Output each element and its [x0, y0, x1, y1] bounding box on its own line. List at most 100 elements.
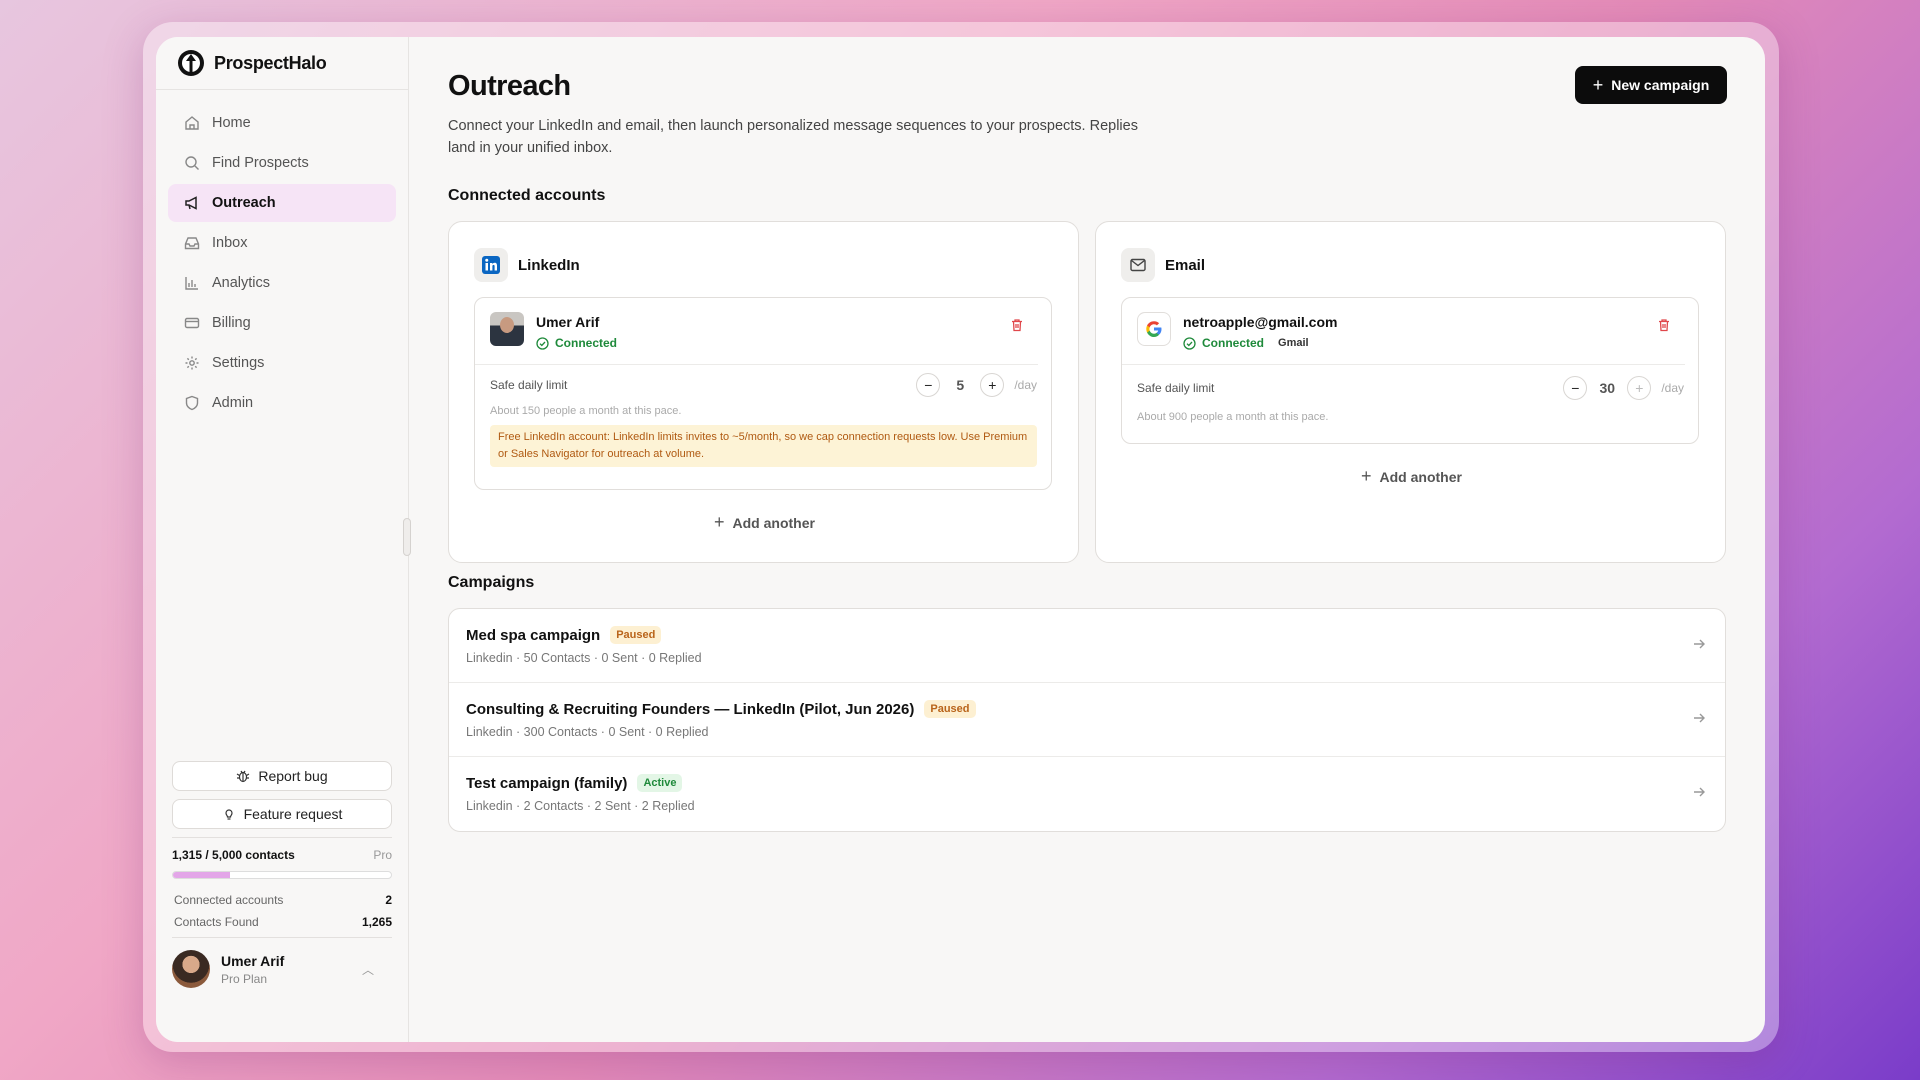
limit-label: Safe daily limit: [490, 378, 568, 392]
status-badge: Paused: [924, 700, 976, 718]
provider-label: Gmail: [1278, 337, 1309, 349]
campaign-meta: Linkedin · 300 Contacts · 0 Sent · 0 Rep…: [466, 725, 709, 739]
delete-icon[interactable]: [1657, 318, 1671, 337]
usage-progress-bar: [172, 871, 392, 879]
usage-summary: 1,315 / 5,000 contacts Pro: [172, 848, 392, 862]
campaign-row[interactable]: Consulting & Recruiting Founders — Linke…: [449, 683, 1725, 757]
campaign-meta: Linkedin · 50 Contacts · 0 Sent · 0 Repl…: [466, 651, 702, 665]
campaign-meta: Linkedin · 2 Contacts · 2 Sent · 2 Repli…: [466, 799, 695, 813]
pace-note: About 150 people a month at this pace.: [490, 405, 682, 417]
gear-icon: [184, 355, 200, 371]
user-name: Umer Arif: [221, 952, 285, 969]
status-text: Connected: [1202, 336, 1265, 350]
chevron-up-icon: ︿: [361, 962, 374, 977]
shield-icon: [184, 395, 200, 411]
linkedin-card: LinkedIn Umer Arif Connected Safe daily …: [448, 221, 1079, 563]
sidebar-footer: Report bug Feature request 1,315 / 5,000…: [172, 761, 392, 988]
status-text: Connected: [555, 336, 618, 350]
campaign-row[interactable]: Med spa campaign Paused Linkedin · 50 Co…: [449, 609, 1725, 683]
check-circle-icon: [1183, 336, 1196, 350]
status-badge: Active: [637, 774, 683, 792]
linkedin-icon: [474, 248, 508, 282]
sidebar-item-label: Inbox: [212, 235, 248, 251]
add-another-linkedin-button[interactable]: + Add another: [714, 512, 815, 533]
email-card-header: Email: [1121, 248, 1205, 282]
user-plan: Pro Plan: [221, 971, 268, 986]
decrement-button[interactable]: −: [1563, 376, 1588, 400]
add-another-label: Add another: [1379, 468, 1462, 485]
campaigns-title: Campaigns: [448, 574, 535, 591]
google-icon: [1137, 312, 1171, 346]
sidebar-item-label: Outreach: [212, 195, 276, 211]
connected-accounts-title: Connected accounts: [448, 187, 606, 204]
sidebar-item-home[interactable]: Home: [168, 104, 396, 142]
search-icon: [184, 155, 200, 171]
sidebar-item-inbox[interactable]: Inbox: [168, 224, 396, 262]
sidebar: ProspectHalo Home Find Prospects Outreac…: [156, 37, 411, 1042]
per-day-label: /day: [1014, 378, 1037, 392]
increment-button[interactable]: +: [1627, 376, 1652, 400]
main-content: Outreach Connect your LinkedIn and email…: [409, 37, 1765, 1042]
home-icon: [184, 115, 200, 131]
report-bug-button[interactable]: Report bug: [172, 761, 392, 791]
sidebar-item-outreach[interactable]: Outreach: [168, 184, 396, 222]
campaign-name: Test campaign (family): [466, 774, 628, 792]
sidebar-item-label: Admin: [212, 395, 254, 411]
usage-label: 1,315 / 5,000 contacts: [172, 848, 295, 862]
campaign-name: Med spa campaign: [466, 626, 601, 644]
stat-value: 1,265: [361, 915, 392, 929]
sidebar-item-label: Analytics: [212, 275, 271, 291]
avatar: [490, 312, 524, 346]
pace-note: About 900 people a month at this pace.: [1137, 411, 1329, 423]
account-name: Umer Arif: [536, 314, 600, 330]
daily-limit-stepper: − 5 + /day: [916, 373, 1037, 397]
logo-icon: [178, 50, 204, 76]
campaign-row[interactable]: Test campaign (family) Active Linkedin ·…: [449, 757, 1725, 831]
usage-progress-fill: [173, 872, 231, 878]
add-another-label: Add another: [732, 514, 815, 531]
lightbulb-icon: [224, 809, 233, 820]
divider: [172, 837, 392, 838]
account-email: netroapple@gmail.com: [1183, 314, 1338, 330]
bug-icon: [237, 770, 250, 783]
sidebar-item-admin[interactable]: Admin: [168, 384, 396, 422]
stat-label: Connected accounts: [174, 893, 284, 907]
daily-limit-row: Safe daily limit − 30 + /day: [1122, 365, 1698, 411]
check-circle-icon: [536, 336, 549, 350]
report-bug-label: Report bug: [258, 768, 328, 784]
arrow-right-icon: [1694, 713, 1705, 723]
status-badge: Paused: [610, 626, 662, 644]
app-window: ProspectHalo Home Find Prospects Outreac…: [156, 37, 1765, 1042]
email-card: Email netroapple@gmail.com Connected Gma…: [1095, 221, 1726, 563]
email-card-title: Email: [1165, 256, 1206, 274]
delete-icon[interactable]: [1010, 318, 1024, 337]
plus-icon: +: [1361, 466, 1372, 486]
add-another-email-button[interactable]: + Add another: [1361, 466, 1462, 487]
stat-connected-accounts: Connected accounts 2: [172, 893, 392, 907]
stat-label: Contacts Found: [174, 915, 259, 929]
sidebar-item-label: Find Prospects: [212, 155, 309, 171]
brand[interactable]: ProspectHalo: [156, 37, 408, 90]
linkedin-card-title: LinkedIn: [518, 256, 580, 274]
campaign-name: Consulting & Recruiting Founders — Linke…: [466, 700, 915, 718]
increment-button[interactable]: +: [980, 373, 1005, 397]
linkedin-card-header: LinkedIn: [474, 248, 580, 282]
sidebar-item-billing[interactable]: Billing: [168, 304, 396, 342]
megaphone-icon: [184, 195, 200, 211]
arrow-right-icon: [1694, 787, 1705, 797]
campaign-name-row: Test campaign (family) Active: [466, 774, 1725, 792]
decrement-button[interactable]: −: [916, 373, 941, 397]
feature-request-button[interactable]: Feature request: [172, 799, 392, 829]
campaign-list: Med spa campaign Paused Linkedin · 50 Co…: [448, 608, 1726, 832]
sidebar-item-settings[interactable]: Settings: [168, 344, 396, 382]
sidebar-nav: Home Find Prospects Outreach Inbox Analy…: [156, 90, 408, 422]
plan-label: Pro: [373, 848, 392, 862]
per-day-label: /day: [1661, 381, 1684, 395]
status-badge: Connected Gmail: [1183, 336, 1337, 350]
user-menu[interactable]: Umer Arif Pro Plan ︿: [172, 950, 392, 988]
sidebar-item-find-prospects[interactable]: Find Prospects: [168, 144, 396, 182]
mail-icon: [1121, 248, 1155, 282]
avatar: [172, 950, 210, 988]
new-campaign-button[interactable]: + New campaign: [1575, 66, 1727, 104]
sidebar-item-analytics[interactable]: Analytics: [168, 264, 396, 302]
